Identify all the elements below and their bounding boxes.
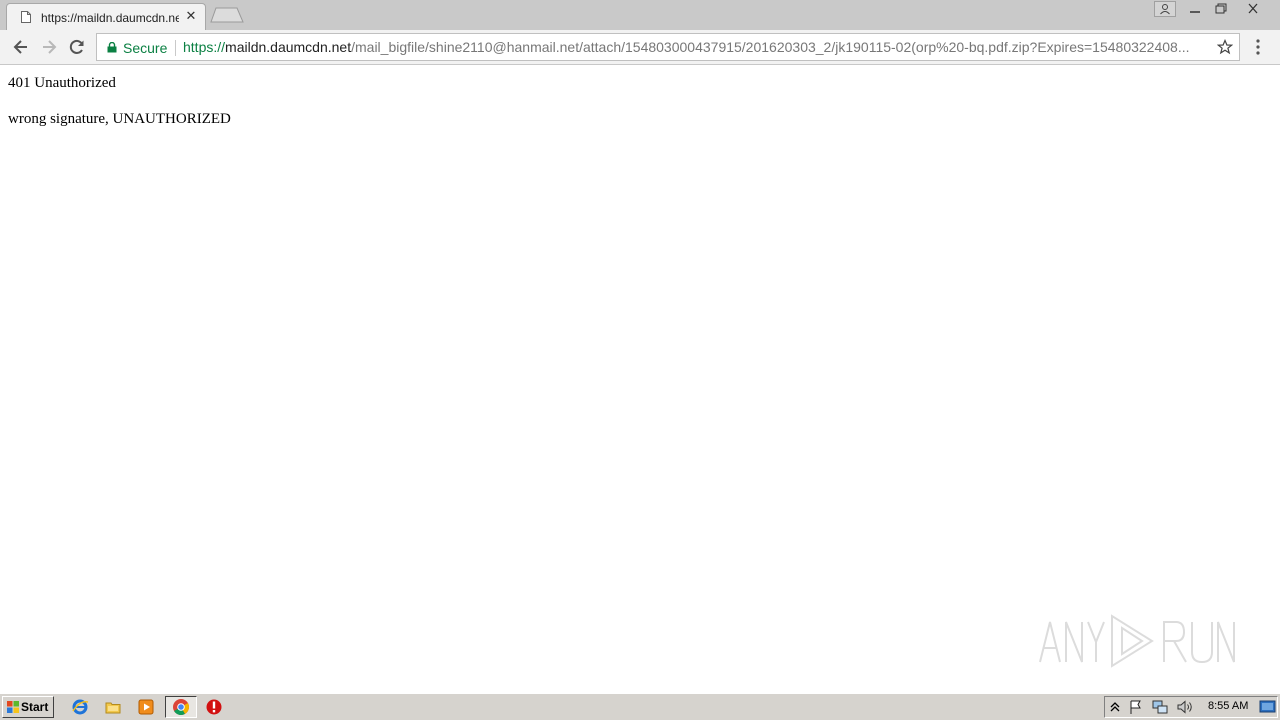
url-scheme: https://: [183, 39, 226, 55]
url-text[interactable]: https://maildn.daumcdn.net/mail_bigfile/…: [183, 39, 1207, 55]
browser-toolbar: Secure https://maildn.daumcdn.net/mail_b…: [0, 30, 1280, 65]
anyrun-watermark-logo: [1039, 614, 1235, 668]
windows-logo-icon: [7, 701, 19, 713]
clock[interactable]: 8:55 AM: [1208, 700, 1248, 712]
new-tab-button[interactable]: [210, 7, 244, 23]
show-desktop-icon[interactable]: [1259, 699, 1276, 715]
secure-label[interactable]: Secure: [123, 40, 167, 56]
start-label: Start: [21, 700, 49, 714]
restore-icon[interactable]: [1210, 1, 1232, 17]
file-explorer-icon[interactable]: [104, 698, 122, 716]
page-content: 401 Unauthorized wrong signature, UNAUTH…: [0, 66, 1280, 692]
media-player-icon[interactable]: [137, 698, 155, 716]
chrome-taskbar-button[interactable]: [165, 696, 197, 718]
url-path: /mail_bigfile/shine2110@hanmail.net/atta…: [351, 39, 1190, 55]
error-message: wrong signature, UNAUTHORIZED: [8, 111, 231, 127]
url-host: maildn.daumcdn.net: [225, 39, 352, 55]
reload-icon[interactable]: [67, 37, 87, 57]
start-button[interactable]: Start: [2, 696, 54, 718]
minimize-icon[interactable]: [1184, 1, 1206, 17]
back-icon[interactable]: [11, 37, 31, 57]
internet-explorer-icon[interactable]: [71, 698, 89, 716]
separator: [175, 40, 176, 56]
tab-strip: https://maildn.daumcdn.net ✕: [0, 0, 1280, 30]
close-tab-icon[interactable]: ✕: [183, 8, 199, 24]
address-bar[interactable]: Secure https://maildn.daumcdn.net/mail_b…: [96, 33, 1240, 61]
network-icon[interactable]: [1152, 699, 1168, 715]
document-icon: [21, 11, 31, 23]
lock-icon: [107, 42, 117, 53]
show-hidden-icons-icon[interactable]: [1108, 699, 1122, 715]
action-center-flag-icon[interactable]: [1128, 699, 1144, 715]
close-window-icon[interactable]: [1242, 1, 1264, 17]
bookmark-star-icon[interactable]: [1217, 39, 1233, 55]
taskbar: Start 8:55 AM: [0, 693, 1280, 720]
tab-title: https://maildn.daumcdn.net: [41, 11, 179, 25]
browser-tab[interactable]: https://maildn.daumcdn.net ✕: [6, 3, 206, 30]
volume-icon[interactable]: [1176, 699, 1194, 715]
profile-icon[interactable]: [1154, 1, 1176, 17]
menu-icon[interactable]: [1252, 38, 1264, 56]
alert-icon[interactable]: [205, 698, 223, 716]
forward-icon[interactable]: [39, 37, 59, 57]
chrome-icon: [173, 699, 189, 715]
error-heading: 401 Unauthorized: [8, 75, 116, 91]
